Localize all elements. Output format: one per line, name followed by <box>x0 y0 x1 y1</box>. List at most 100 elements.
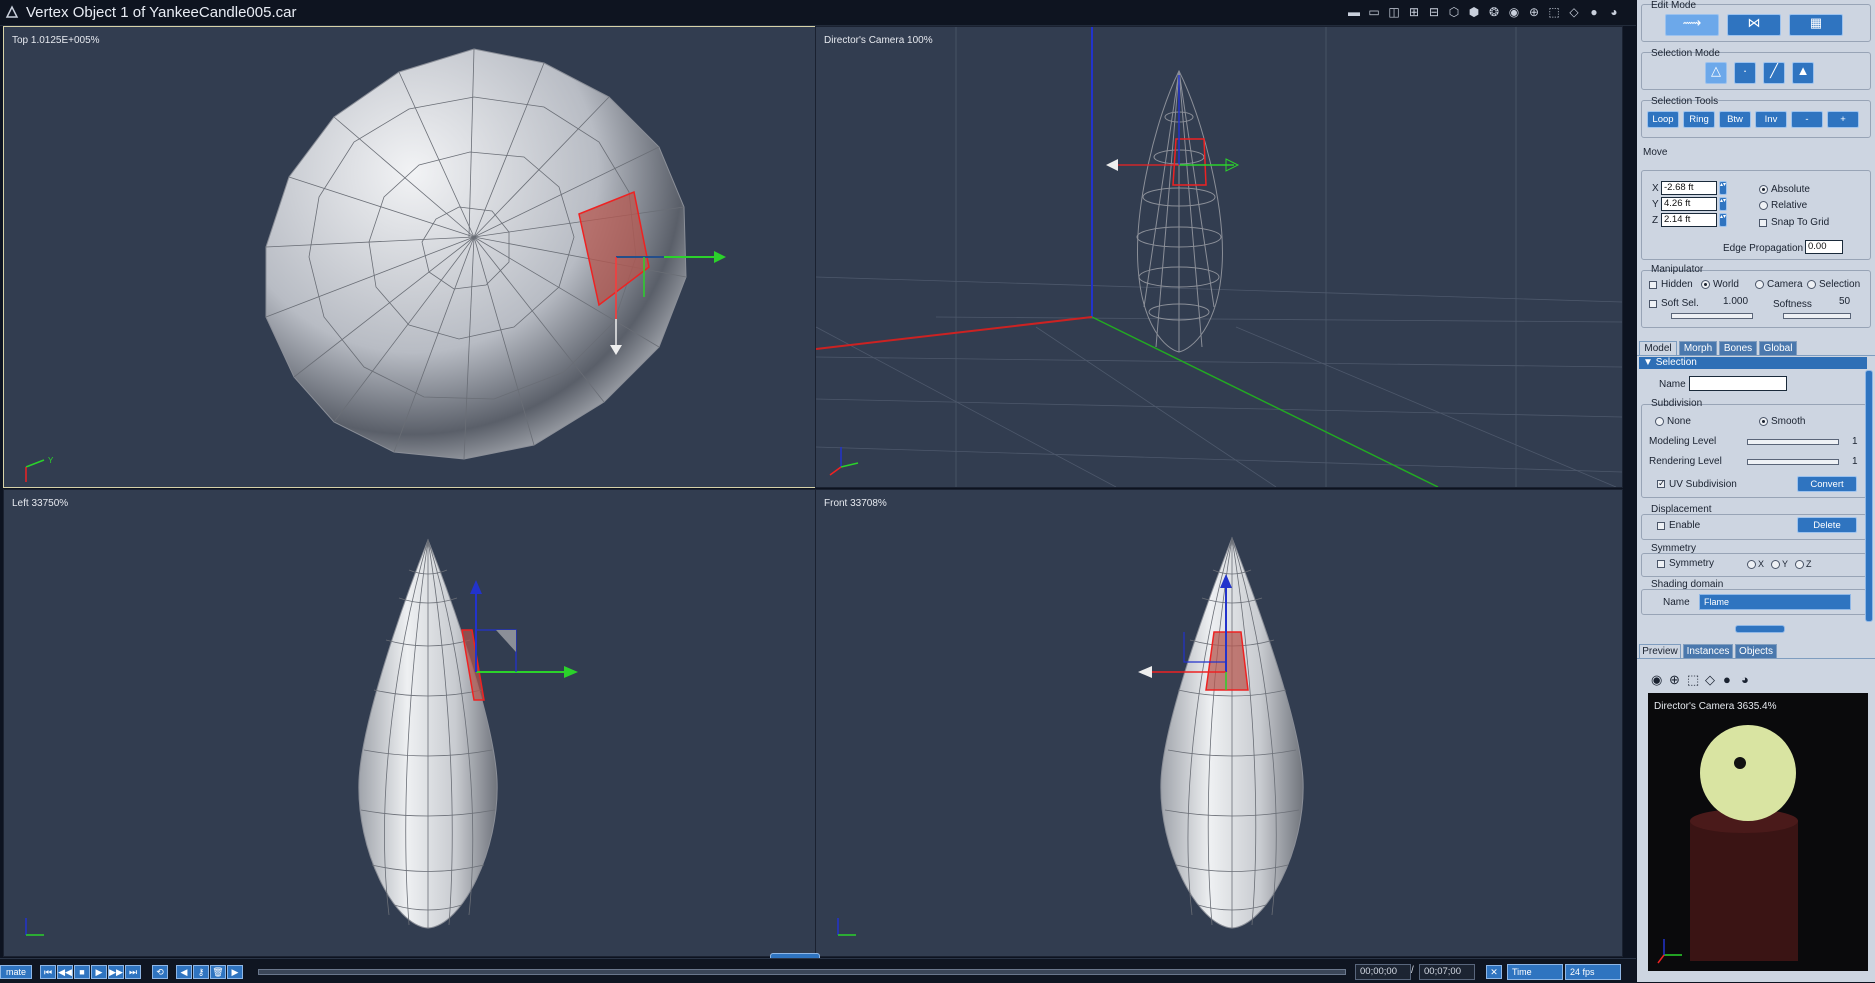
loop-button[interactable]: ⟲ <box>152 965 168 979</box>
time-mode-icon[interactable]: ✕ <box>1486 965 1502 979</box>
shade-mode-icon[interactable]: ⬢ <box>1466 5 1482 19</box>
preview-smooth-icon[interactable]: ◕ <box>1741 672 1749 687</box>
invert-button[interactable]: Inv <box>1755 111 1787 128</box>
selection-name-field[interactable] <box>1689 376 1787 391</box>
orbit-icon[interactable]: ◉ <box>1506 5 1522 19</box>
shrink-selection-button[interactable]: - <box>1791 111 1823 128</box>
split-view-icon[interactable]: ▭ <box>1366 5 1382 19</box>
x-stepper[interactable]: ▴▾ <box>1719 181 1727 195</box>
fps-dropdown[interactable]: 24 fps <box>1565 964 1621 980</box>
cube-icon[interactable]: ◇ <box>1566 5 1582 19</box>
modeling-level-slider[interactable] <box>1747 439 1839 445</box>
viewport-top[interactable]: Top 1.0125E+005% Y <box>3 26 816 488</box>
name-label: Name <box>1659 379 1686 390</box>
camera-radio[interactable] <box>1755 280 1764 289</box>
z-field[interactable]: 2.14 ft <box>1661 213 1717 227</box>
symmetry-z-radio[interactable] <box>1795 560 1804 569</box>
tab-model[interactable]: Model <box>1639 341 1677 355</box>
tab-global[interactable]: Global <box>1759 341 1797 355</box>
subdivision-smooth-radio[interactable] <box>1759 417 1768 426</box>
sphere-icon[interactable]: ● <box>1586 5 1602 19</box>
pan-icon[interactable]: ⊕ <box>1526 5 1542 19</box>
convert-button[interactable]: Convert <box>1797 476 1857 492</box>
key-button[interactable]: ⚷ <box>193 965 209 979</box>
end-time-field[interactable]: 00;07;00 <box>1419 964 1475 980</box>
preview-box-icon[interactable]: ⬚ <box>1687 672 1699 688</box>
wire-mode-icon[interactable]: ❂ <box>1486 5 1502 19</box>
preview-sphere-icon[interactable]: ● <box>1723 672 1731 687</box>
tab-bones[interactable]: Bones <box>1719 341 1757 355</box>
preview-orbit-icon[interactable]: ◉ <box>1651 672 1662 688</box>
tab-preview[interactable]: Preview <box>1639 644 1681 658</box>
render-mode-icon[interactable]: ⬡ <box>1446 5 1462 19</box>
between-button[interactable]: Btw <box>1719 111 1751 128</box>
play-button[interactable]: ▶ <box>91 965 107 979</box>
last-frame-button[interactable]: ⏭ <box>125 965 141 979</box>
preview-cube-icon[interactable]: ◇ <box>1705 672 1715 688</box>
viewport-front[interactable]: Front 33708% <box>815 489 1623 957</box>
soft-sel-checkbox[interactable] <box>1649 300 1657 308</box>
preview-pan-icon[interactable]: ⊕ <box>1669 672 1680 688</box>
next-key-button[interactable]: ▶ <box>227 965 243 979</box>
tab-morph[interactable]: Morph <box>1679 341 1717 355</box>
select-face-icon[interactable]: ▲ <box>1792 62 1814 84</box>
animate-button[interactable]: mate <box>0 965 32 979</box>
y-stepper[interactable]: ▴▾ <box>1719 197 1727 211</box>
softness-slider[interactable] <box>1783 313 1851 319</box>
edit-mode-surface-button[interactable]: ▦ <box>1789 14 1843 36</box>
box-icon[interactable]: ⬚ <box>1546 5 1562 19</box>
world-radio[interactable] <box>1701 280 1710 289</box>
uv-subdivision-checkbox[interactable] <box>1657 478 1666 489</box>
edge-propagation-field[interactable]: 0.00 <box>1805 240 1843 254</box>
x-field[interactable]: -2.68 ft <box>1661 181 1717 195</box>
absolute-radio[interactable] <box>1759 185 1768 194</box>
y-field[interactable]: 4.26 ft <box>1661 197 1717 211</box>
selection-section-header[interactable]: ▼ Selection <box>1639 357 1867 369</box>
symmetry-checkbox[interactable] <box>1657 560 1665 568</box>
two-view-icon[interactable]: ◫ <box>1386 5 1402 19</box>
ring-button[interactable]: Ring <box>1683 111 1715 128</box>
viewport-camera[interactable]: Director's Camera 100% <box>815 26 1623 488</box>
smooth-sphere-icon[interactable]: ◕ <box>1606 5 1622 19</box>
tab-instances[interactable]: Instances <box>1683 644 1733 658</box>
time-mode-dropdown[interactable]: Time <box>1507 964 1563 980</box>
four-view-icon[interactable]: ⊞ <box>1406 5 1422 19</box>
preview-viewport[interactable]: Director's Camera 3635.4% <box>1648 693 1868 971</box>
time-scrubber[interactable] <box>258 969 1346 975</box>
select-vertex-icon[interactable]: · <box>1734 62 1756 84</box>
tab-objects[interactable]: Objects <box>1735 644 1777 658</box>
shading-domain-dropdown[interactable]: Flame <box>1699 594 1851 610</box>
stop-button[interactable]: ■ <box>74 965 90 979</box>
select-edge-icon[interactable]: ╱ <box>1763 62 1785 84</box>
panel-splitter-handle[interactable] <box>1735 625 1785 633</box>
viewport-left[interactable]: Left 33750% <box>3 489 816 957</box>
edit-mode-vertex-button[interactable]: ⟿ <box>1665 14 1719 36</box>
z-stepper[interactable]: ▴▾ <box>1719 213 1727 227</box>
subdivision-none-radio[interactable] <box>1655 417 1664 426</box>
edit-mode-bones-button[interactable]: ⋈ <box>1727 14 1781 36</box>
rewind-button[interactable]: ◀◀ <box>57 965 73 979</box>
symmetry-y-radio[interactable] <box>1771 560 1780 569</box>
modeling-level-value: 1 <box>1852 436 1858 447</box>
forward-button[interactable]: ▶▶ <box>108 965 124 979</box>
soft-sel-slider[interactable] <box>1671 313 1753 319</box>
selection-radio[interactable] <box>1807 280 1816 289</box>
rendering-level-slider[interactable] <box>1747 459 1839 465</box>
first-frame-button[interactable]: ⏮ <box>40 965 56 979</box>
current-time-field[interactable]: 00;00;00 <box>1355 964 1411 980</box>
relative-radio[interactable] <box>1759 201 1768 210</box>
displacement-enable-checkbox[interactable] <box>1657 522 1665 530</box>
snap-to-grid-checkbox[interactable] <box>1759 219 1767 227</box>
delete-key-button[interactable]: 🗑 <box>210 965 226 979</box>
single-view-icon[interactable]: ▬ <box>1346 5 1362 19</box>
three-view-icon[interactable]: ⊟ <box>1426 5 1442 19</box>
panel-scrollbar[interactable] <box>1865 370 1873 622</box>
symmetry-x-radio[interactable] <box>1747 560 1756 569</box>
loop-button[interactable]: Loop <box>1647 111 1679 128</box>
grow-selection-button[interactable]: + <box>1827 111 1859 128</box>
select-triangle-icon[interactable]: △ <box>1705 62 1727 84</box>
delete-button[interactable]: Delete <box>1797 517 1857 533</box>
prev-key-button[interactable]: ◀ <box>176 965 192 979</box>
hidden-checkbox[interactable] <box>1649 281 1657 289</box>
symmetry-z-label: Z <box>1806 559 1812 569</box>
